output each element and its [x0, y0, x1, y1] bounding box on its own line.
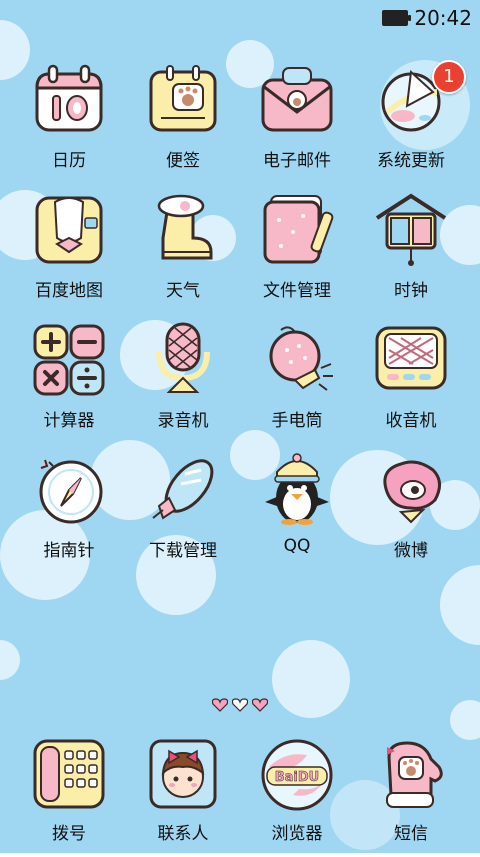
battery-icon: [382, 10, 412, 26]
dock-messages[interactable]: 短信: [354, 737, 468, 857]
calendar-icon: [35, 64, 103, 132]
weibo-icon: [383, 460, 441, 524]
recorder-icon: [156, 322, 210, 393]
notes-icon: [149, 65, 217, 132]
app-notes[interactable]: 便签: [126, 62, 240, 182]
app-label: 便签: [166, 151, 200, 171]
download-rocket-icon: [152, 459, 214, 520]
app-label: 微博: [394, 541, 428, 561]
page-dot-icon: [232, 698, 248, 712]
app-email[interactable]: 电子邮件: [240, 62, 354, 182]
app-baidu-map[interactable]: 百度地图: [12, 192, 126, 312]
app-label: 时钟: [394, 281, 428, 301]
qq-penguin-icon: [265, 453, 329, 525]
app-label: 百度地图: [35, 281, 103, 301]
app-label: 下载管理: [149, 541, 217, 561]
status-time: 20:42: [414, 6, 472, 30]
app-weibo[interactable]: 微博: [354, 452, 468, 572]
browser-icon-text: BaiDU: [275, 770, 319, 785]
map-icon: [35, 196, 103, 264]
weather-boot-icon: [157, 194, 213, 260]
contacts-icon: [149, 739, 217, 809]
app-label: 短信: [394, 824, 428, 844]
app-label: 系统更新: [377, 151, 445, 171]
app-calendar[interactable]: 日历: [12, 62, 126, 182]
app-label: 手电筒: [271, 411, 323, 431]
dock-browser[interactable]: BaiDU 浏览器: [240, 737, 354, 857]
app-label: 拨号: [52, 824, 86, 844]
page-dot-active-icon: [212, 698, 228, 712]
app-flashlight[interactable]: 手电筒: [240, 322, 354, 442]
app-label: 联系人: [157, 824, 209, 844]
app-calculator[interactable]: 计算器: [12, 322, 126, 442]
status-bar: 20:42: [382, 6, 472, 30]
app-label: 文件管理: [263, 281, 331, 301]
browser-icon: BaiDU: [261, 739, 333, 811]
messages-mitten-icon: [386, 741, 443, 808]
compass-icon: [39, 459, 103, 524]
app-label: 指南针: [43, 541, 95, 561]
app-clock[interactable]: 时钟: [354, 192, 468, 312]
app-label: 电子邮件: [263, 151, 331, 171]
dock-contacts[interactable]: 联系人: [126, 737, 240, 857]
app-compass[interactable]: 指南针: [12, 452, 126, 572]
app-download-manager[interactable]: 下载管理: [126, 452, 240, 572]
app-label: 收音机: [385, 411, 437, 431]
app-system-update[interactable]: 1 系统更新: [354, 60, 468, 182]
flashlight-icon: [269, 326, 333, 391]
page-indicator: [212, 698, 268, 712]
phone-dialer-icon: [33, 739, 105, 809]
app-label: 日历: [52, 151, 86, 171]
calculator-icon: [33, 324, 105, 396]
app-file-manager[interactable]: 文件管理: [240, 192, 354, 312]
app-label: 天气: [166, 281, 200, 301]
app-label: 浏览器: [271, 824, 323, 844]
app-label: 计算器: [43, 411, 95, 431]
app-radio[interactable]: 收音机: [354, 322, 468, 442]
clock-house-icon: [375, 193, 447, 266]
file-manager-icon: [263, 195, 334, 264]
dock-phone[interactable]: 拨号: [12, 737, 126, 857]
dock: 拨号 联系人 BaiDU 浏览器 短信: [0, 715, 480, 853]
page-dot-icon: [252, 698, 268, 712]
email-icon: [261, 67, 333, 132]
notification-badge: 1: [432, 60, 466, 94]
app-label: 录音机: [157, 411, 209, 431]
radio-icon: [375, 326, 447, 390]
app-recorder[interactable]: 录音机: [126, 322, 240, 442]
app-weather[interactable]: 天气: [126, 192, 240, 312]
app-qq[interactable]: QQ: [240, 452, 354, 572]
app-label: QQ: [283, 536, 311, 556]
